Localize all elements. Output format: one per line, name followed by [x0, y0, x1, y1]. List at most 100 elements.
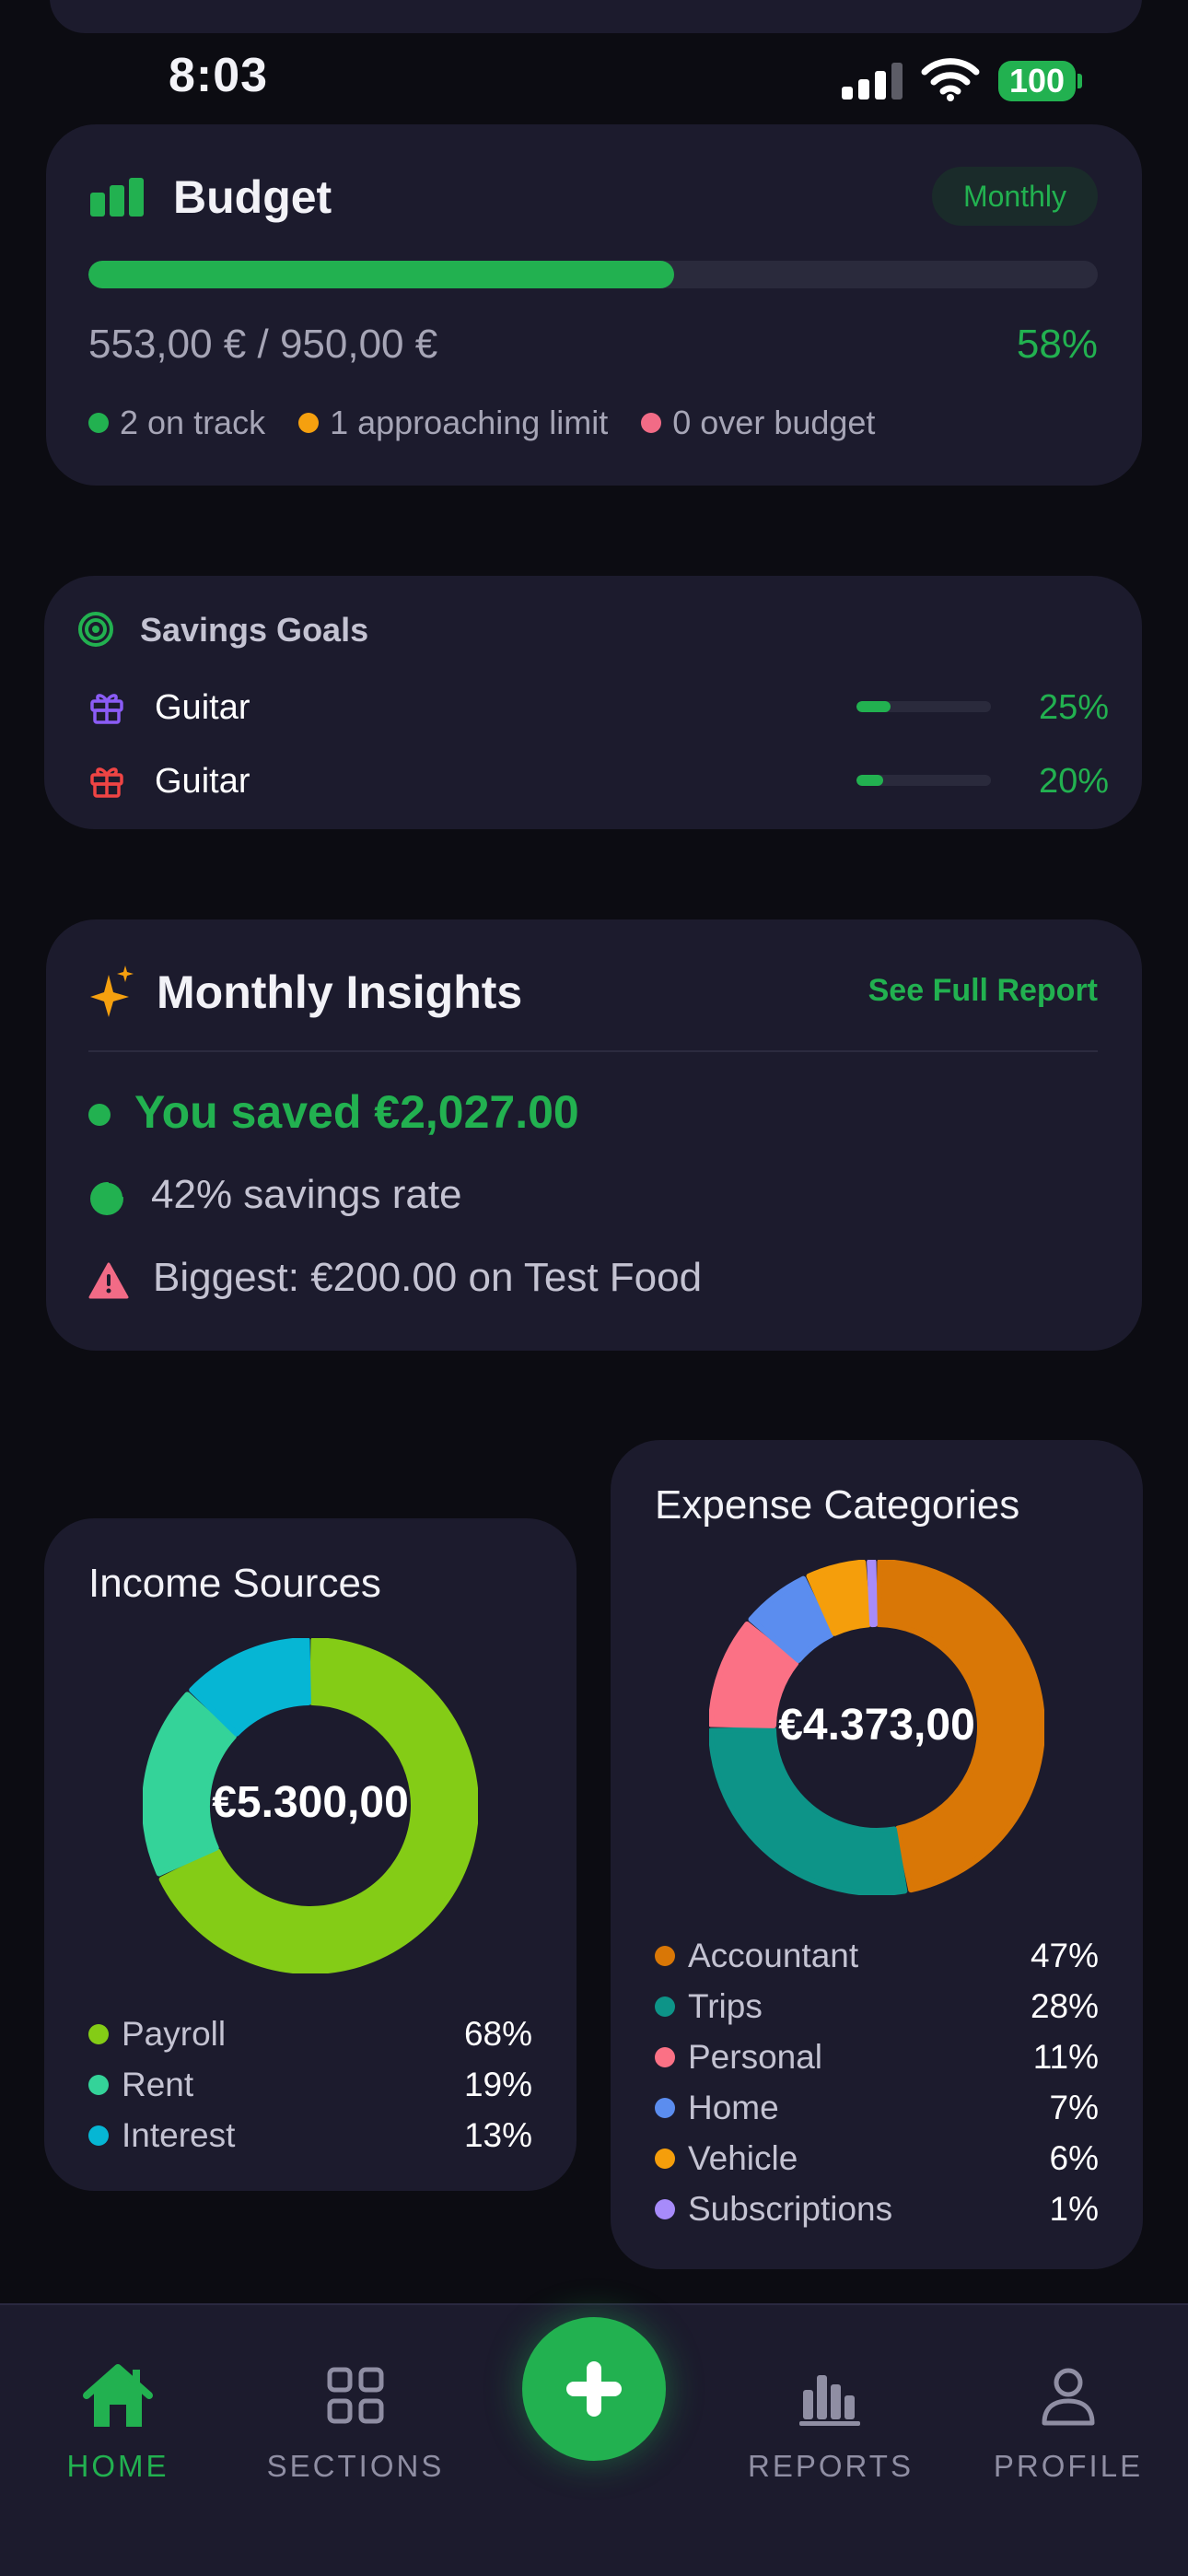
income-legend-row: Interest 13%	[88, 2110, 532, 2160]
on-track-status: 2 on track	[88, 404, 265, 442]
target-icon	[78, 612, 113, 647]
income-sources-title: Income Sources	[88, 1561, 381, 1606]
reports-icon	[799, 2375, 860, 2426]
approaching-limit-label: 1 approaching limit	[330, 404, 609, 441]
legend-value: 19%	[463, 2065, 532, 2103]
savings-goal-row[interactable]: Guitar 20%	[44, 753, 1142, 808]
expense-categories-title: Expense Categories	[655, 1482, 1020, 1528]
legend-value: 11%	[1032, 2037, 1099, 2076]
legend-value: 28%	[1030, 1986, 1099, 2025]
goal-progress-bar	[856, 775, 991, 786]
legend-dot	[88, 2125, 109, 2146]
profile-icon	[1042, 2368, 1095, 2426]
nav-profile[interactable]: PROFILE	[967, 2362, 1170, 2484]
goal-name: Guitar	[155, 688, 250, 727]
over-budget-label: 0 over budget	[672, 404, 876, 441]
budget-status-legend: 2 on track 1 approaching limit 0 over bu…	[88, 404, 875, 442]
wifi-icon	[921, 58, 980, 101]
status-time: 8:03	[169, 49, 269, 102]
goal-progress-fill	[856, 701, 891, 712]
nav-reports[interactable]: REPORTS	[729, 2362, 932, 2484]
over-budget-status: 0 over budget	[641, 404, 875, 442]
legend-value: 68%	[463, 2014, 532, 2053]
budget-amount: 553,00 € / 950,00 €	[88, 322, 438, 367]
previous-card-edge	[50, 0, 1142, 33]
budget-progress-bar	[88, 261, 1098, 288]
expense-legend-row: Personal 11%	[655, 2032, 1099, 2082]
goal-percent: 20%	[1038, 762, 1109, 801]
legend-dot	[88, 2074, 109, 2095]
nav-sections[interactable]: SECTIONS	[254, 2362, 457, 2484]
biggest-expense: Biggest: €200.00 on Test Food	[153, 1255, 703, 1300]
expense-slice-trips[interactable]	[709, 1727, 908, 1895]
savings-goals-card[interactable]: Savings Goals Guitar 25% Guitar 20%	[44, 576, 1142, 829]
budget-percent: 58%	[1016, 322, 1098, 367]
expense-slice-subscriptions[interactable]	[867, 1560, 878, 1628]
expense-legend-row: Subscriptions 1%	[655, 2184, 1099, 2234]
goal-name: Guitar	[155, 762, 250, 801]
expense-total: €4.373,00	[778, 1701, 975, 1750]
budget-title: Budget	[173, 171, 332, 223]
grid-icon	[327, 2367, 384, 2424]
budget-period-toggle[interactable]: Monthly	[932, 167, 1098, 226]
see-full-report-link[interactable]: See Full Report	[868, 973, 1098, 1009]
legend-label: Home	[688, 2088, 779, 2126]
income-legend-row: Rent 19%	[88, 2059, 532, 2110]
legend-value: 47%	[1030, 1936, 1099, 1974]
expense-legend-row: Home 7%	[655, 2082, 1099, 2133]
legend-value: 13%	[463, 2115, 532, 2154]
income-sources-card[interactable]: Income Sources €5.300,00 Payroll 68% Ren…	[44, 1518, 577, 2191]
legend-label: Payroll	[122, 2014, 227, 2053]
expense-categories-card[interactable]: Expense Categories €4.373,00 Accountant …	[611, 1440, 1143, 2269]
goal-progress-fill	[856, 775, 884, 786]
status-dot-green	[88, 413, 109, 433]
legend-value: 1%	[1049, 2189, 1099, 2228]
status-dot-red	[641, 413, 662, 433]
legend-value: 7%	[1049, 2088, 1099, 2126]
nav-home[interactable]: HOME	[17, 2362, 219, 2484]
income-legend: Payroll 68% Rent 19% Interest 13%	[88, 2008, 532, 2160]
legend-label: Rent	[122, 2065, 194, 2103]
status-dot-green	[88, 1104, 111, 1126]
nav-home-label: HOME	[66, 2449, 169, 2483]
savings-goals-title: Savings Goals	[140, 611, 369, 649]
divider	[88, 1050, 1098, 1052]
budget-card[interactable]: Budget Monthly 553,00 € / 950,00 € 58% 2…	[46, 124, 1142, 486]
on-track-label: 2 on track	[120, 404, 266, 441]
legend-label: Trips	[688, 1986, 763, 2025]
monthly-insights-card: Monthly Insights See Full Report You sav…	[46, 919, 1142, 1351]
legend-label: Subscriptions	[688, 2189, 893, 2228]
expense-legend-row: Vehicle 6%	[655, 2133, 1099, 2184]
warning-icon	[88, 1262, 129, 1299]
legend-dot	[655, 1945, 675, 1966]
sparkles-icon	[90, 966, 134, 1017]
saved-amount: You saved €2,027.00	[134, 1086, 579, 1138]
pie-chart-icon	[90, 1180, 125, 1215]
legend-dot	[655, 2148, 675, 2169]
gift-icon	[90, 694, 123, 724]
expense-legend-row: Trips 28%	[655, 1981, 1099, 2032]
savings-rate: 42% savings rate	[151, 1172, 462, 1217]
legend-value: 6%	[1049, 2138, 1099, 2177]
expense-legend: Accountant 47% Trips 28% Personal 11% Ho…	[655, 1930, 1099, 2234]
income-legend-row: Payroll 68%	[88, 2008, 532, 2059]
legend-label: Vehicle	[688, 2138, 798, 2177]
income-total: €5.300,00	[212, 1778, 409, 1827]
insights-title: Monthly Insights	[157, 966, 523, 1018]
nav-reports-label: REPORTS	[748, 2449, 914, 2483]
gift-icon	[90, 767, 123, 798]
approaching-limit-status: 1 approaching limit	[298, 404, 608, 442]
home-icon	[83, 2364, 153, 2427]
savings-goal-row[interactable]: Guitar 25%	[44, 679, 1142, 734]
bar-chart-icon	[90, 178, 146, 217]
legend-dot	[655, 2198, 675, 2219]
expense-legend-row: Accountant 47%	[655, 1930, 1099, 1981]
goal-percent: 25%	[1038, 688, 1109, 727]
status-dot-orange	[298, 413, 320, 433]
battery-level: 100	[998, 61, 1076, 101]
budget-progress-fill	[88, 261, 674, 288]
add-button[interactable]	[522, 2317, 666, 2461]
legend-dot	[88, 2023, 109, 2044]
goal-progress-bar	[856, 701, 991, 712]
legend-dot	[655, 1996, 675, 2017]
